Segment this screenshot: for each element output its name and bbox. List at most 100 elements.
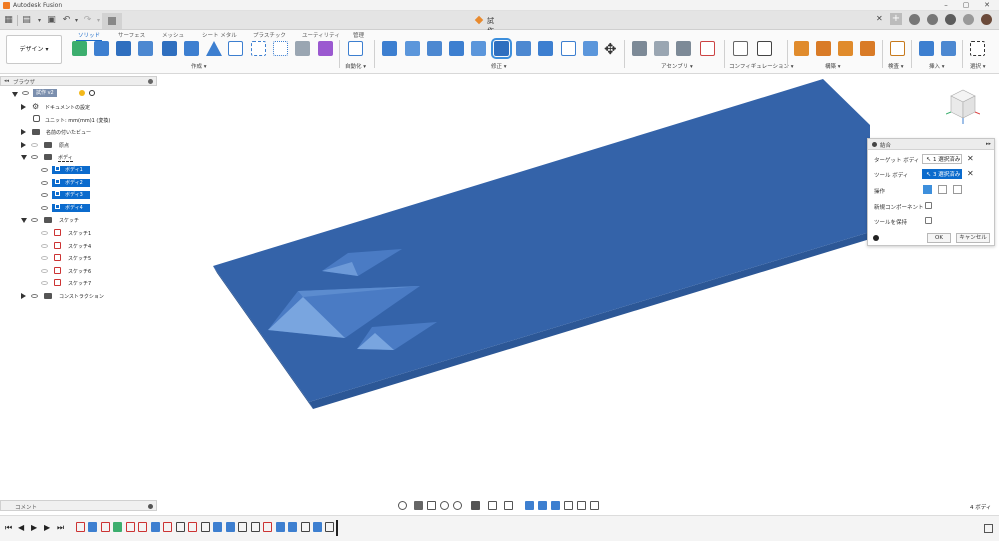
visibility-eye-icon[interactable]	[31, 218, 38, 222]
insert-derive-icon[interactable]	[919, 41, 934, 56]
visibility-eye-icon[interactable]	[41, 206, 48, 210]
visibility-eye-icon[interactable]	[31, 294, 38, 298]
info-icon[interactable]	[873, 235, 879, 241]
add-comment-icon[interactable]	[148, 504, 153, 509]
fillet-icon[interactable]	[405, 41, 420, 56]
sketches-folder-label[interactable]: スケッチ	[59, 217, 79, 224]
tab-plastic[interactable]: プラスチック	[253, 31, 286, 39]
minimize-icon[interactable]: –	[936, 1, 956, 10]
app-grid-icon[interactable]: ▦	[2, 14, 15, 27]
tab-utilities[interactable]: ユーティリティ	[302, 31, 340, 39]
tab-manage[interactable]: 管理	[353, 31, 364, 39]
select-vertex-priority-icon[interactable]	[577, 501, 586, 510]
sketch-label[interactable]: スケッチ1	[68, 230, 91, 237]
expand-origin-icon[interactable]	[21, 142, 26, 148]
step-forward-icon[interactable]: ▶	[44, 524, 52, 532]
tool-body-selector[interactable]: ↖ 3 選択済み	[922, 169, 962, 179]
box-icon[interactable]	[162, 41, 177, 56]
sketch-label[interactable]: スケッチ7	[68, 280, 91, 287]
body-item[interactable]: ボディ2	[52, 179, 90, 187]
bodies-folder-label[interactable]: ボディ	[58, 154, 73, 162]
revolve-icon[interactable]	[116, 41, 131, 56]
timeline-move-icon[interactable]	[325, 522, 334, 532]
expand-named-views-icon[interactable]	[21, 129, 26, 135]
visibility-eye-icon[interactable]	[31, 143, 38, 147]
expand-sketches-icon[interactable]	[21, 218, 27, 223]
timeline-plane-icon[interactable]	[113, 522, 122, 532]
pin-icon[interactable]	[148, 79, 153, 84]
file-menu-icon[interactable]: ▤	[20, 14, 33, 27]
close-tab-icon[interactable]: ✕	[876, 14, 883, 23]
visibility-eye-icon[interactable]	[41, 193, 48, 197]
timeline-extrude-icon[interactable]	[213, 522, 222, 532]
split-face-icon[interactable]	[516, 41, 531, 56]
view-cube[interactable]	[945, 86, 981, 126]
point-pattern-icon[interactable]	[273, 41, 288, 56]
rectangle-sketch-icon[interactable]	[228, 41, 243, 56]
combine-icon[interactable]	[491, 38, 512, 59]
extrude-icon[interactable]	[94, 41, 109, 56]
form-icon[interactable]	[318, 41, 333, 56]
visibility-eye-icon[interactable]	[31, 155, 38, 159]
pattern-icon[interactable]	[251, 41, 266, 56]
go-to-start-icon[interactable]: ⏮	[5, 524, 13, 532]
timeline-extrude-icon[interactable]	[276, 522, 285, 532]
body-item[interactable]: ボディ1	[52, 166, 90, 174]
notifications-icon[interactable]	[927, 14, 938, 25]
construct-group-label[interactable]: 構築 ▾	[825, 62, 841, 70]
clear-target-icon[interactable]: ✕	[967, 155, 974, 163]
expand-doc-settings-icon[interactable]	[21, 104, 26, 110]
sketch-label[interactable]: スケッチ6	[68, 268, 91, 275]
insert-group-label[interactable]: 挿入 ▾	[929, 62, 945, 70]
home-tab[interactable]	[102, 13, 122, 29]
select-body-priority-icon[interactable]	[525, 501, 534, 510]
plate-top-face[interactable]	[213, 79, 870, 402]
expand-bodies-icon[interactable]	[21, 155, 27, 160]
measure-icon[interactable]	[890, 41, 905, 56]
timeline-move-icon[interactable]	[176, 522, 185, 532]
timeline-loft-icon[interactable]	[151, 522, 160, 532]
timeline-sketch-icon[interactable]	[76, 522, 85, 532]
origin-label[interactable]: 原点	[59, 142, 69, 149]
fit-icon[interactable]	[453, 501, 462, 510]
timeline-extrude-icon[interactable]	[88, 522, 97, 532]
play-icon[interactable]: ▶	[31, 524, 39, 532]
visibility-eye-icon[interactable]	[41, 256, 48, 260]
tab-surface[interactable]: サーフェス	[118, 31, 145, 39]
orbit-icon[interactable]	[398, 501, 407, 510]
timeline-settings-icon[interactable]	[984, 524, 993, 533]
close-window-icon[interactable]: ✕	[977, 1, 997, 10]
as-built-joint-icon[interactable]	[676, 41, 691, 56]
go-to-end-icon[interactable]: ⏭	[57, 524, 65, 532]
expand-dialog-icon[interactable]: ▸▸	[986, 141, 991, 147]
maximize-icon[interactable]: ▢	[956, 1, 976, 10]
activate-radio-icon[interactable]	[89, 90, 95, 96]
target-body-selector[interactable]: ↖ 1 選択済み	[922, 154, 962, 164]
timeline-sketch-icon[interactable]	[138, 522, 147, 532]
automate-group-label[interactable]: 自動化 ▾	[345, 62, 366, 70]
cylinder-icon[interactable]	[184, 41, 199, 56]
timeline-move-icon[interactable]	[301, 522, 310, 532]
timeline-move-icon[interactable]	[251, 522, 260, 532]
press-pull-icon[interactable]	[382, 41, 397, 56]
timeline-sketch-icon[interactable]	[126, 522, 135, 532]
select-face-priority-icon[interactable]	[551, 501, 560, 510]
sketch-label[interactable]: スケッチ4	[68, 243, 91, 250]
modify-group-label[interactable]: 修正 ▾	[491, 62, 507, 70]
ok-button[interactable]: OK	[927, 233, 951, 243]
timeline-sketch-icon[interactable]	[101, 522, 110, 532]
chamfer-icon[interactable]	[427, 41, 442, 56]
select-component-priority-icon[interactable]	[538, 501, 547, 510]
scale-icon[interactable]	[561, 41, 576, 56]
display-settings-icon[interactable]	[471, 501, 480, 510]
construction-label[interactable]: コンストラクション	[59, 293, 104, 300]
offset-plane-icon[interactable]	[794, 41, 809, 56]
pan-icon[interactable]	[427, 501, 436, 510]
step-back-icon[interactable]: ◀	[18, 524, 26, 532]
visibility-eye-icon[interactable]	[41, 231, 48, 235]
tab-mesh[interactable]: メッシュ	[162, 31, 184, 39]
save-icon[interactable]: ▣	[45, 14, 58, 27]
tab-solid[interactable]: ソリッド	[75, 31, 103, 41]
timeline-move-icon[interactable]	[201, 522, 210, 532]
body-item[interactable]: ボディ4	[52, 204, 90, 212]
